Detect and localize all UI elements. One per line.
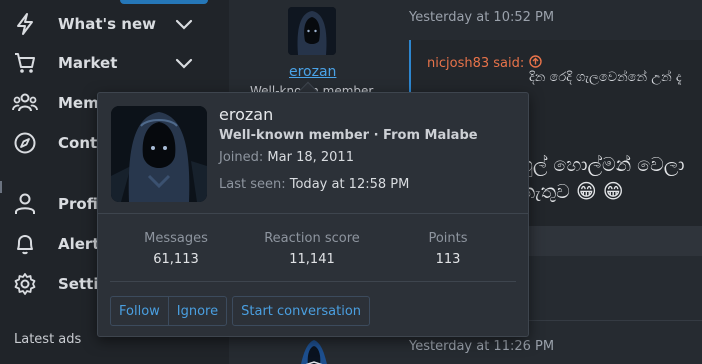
users-icon xyxy=(12,90,38,116)
cart-icon xyxy=(12,50,38,76)
post-timestamp[interactable]: Yesterday at 10:52 PM xyxy=(409,10,554,25)
member-actions: Follow Ignore Start conversation xyxy=(110,296,371,326)
member-last-seen: Last seen: Today at 12:58 PM xyxy=(219,177,410,192)
member-title: Well-known member · From Malabe xyxy=(219,128,478,143)
sidebar-item-whats-new[interactable]: What's new xyxy=(0,7,229,41)
post-line: නැතුව 😁 😁 xyxy=(520,179,624,203)
quote-author[interactable]: nicjosh83 said: xyxy=(427,55,542,72)
avatar[interactable] xyxy=(294,336,334,364)
post-author-link[interactable]: erozan xyxy=(289,64,336,80)
tooltip-divider xyxy=(98,213,528,214)
conversation-group: Start conversation xyxy=(232,296,371,326)
follow-button[interactable]: Follow xyxy=(111,297,168,325)
member-joined: Joined: Mar 18, 2011 xyxy=(219,150,354,165)
stat-reaction-score: Reaction score 11,141 xyxy=(264,231,360,267)
avatar[interactable] xyxy=(111,106,207,202)
bell-icon xyxy=(12,231,38,257)
quote-text: දින රෙදි ගැලවෙන්නේ උන් දැ xyxy=(529,70,682,85)
grin-emoji-icon: 😁 xyxy=(575,179,597,203)
sidebar-item-label: Market xyxy=(58,54,118,72)
gear-icon xyxy=(12,271,38,297)
active-nav-indicator xyxy=(120,0,208,4)
member-name[interactable]: erozan xyxy=(219,105,273,124)
post-footer-bar xyxy=(520,226,702,256)
avatar[interactable] xyxy=(288,7,336,55)
user-icon xyxy=(12,191,38,217)
start-conversation-button[interactable]: Start conversation xyxy=(233,297,369,325)
chevron-down-icon[interactable] xyxy=(173,13,195,35)
sidebar-item-label: What's new xyxy=(58,15,156,33)
member-tooltip: erozan Well-known member · From Malabe J… xyxy=(97,92,529,337)
stat-points[interactable]: Points 113 xyxy=(378,231,518,267)
grin-emoji-icon: 😁 xyxy=(602,179,624,203)
ignore-button[interactable]: Ignore xyxy=(167,297,226,325)
post-line: ෆුල් හොල්මන් වෙලා xyxy=(520,154,685,176)
sidebar-item-market[interactable]: Market xyxy=(0,46,229,80)
stat-messages[interactable]: Messages 61,113 xyxy=(106,231,246,267)
post-timestamp[interactable]: Yesterday at 11:26 PM xyxy=(409,339,554,354)
tooltip-divider xyxy=(110,281,516,282)
latest-ads-heading: Latest ads xyxy=(14,332,82,347)
compass-icon xyxy=(12,130,38,156)
chevron-down-icon[interactable] xyxy=(173,52,195,74)
bolt-icon xyxy=(12,11,38,37)
follow-ignore-group: Follow Ignore xyxy=(110,296,228,326)
post-message: ෆුල් හොල්මන් වෙලා නැතුව 😁 😁 xyxy=(520,152,685,205)
member-stats: Messages 61,113 Reaction score 11,141 Po… xyxy=(98,231,528,271)
